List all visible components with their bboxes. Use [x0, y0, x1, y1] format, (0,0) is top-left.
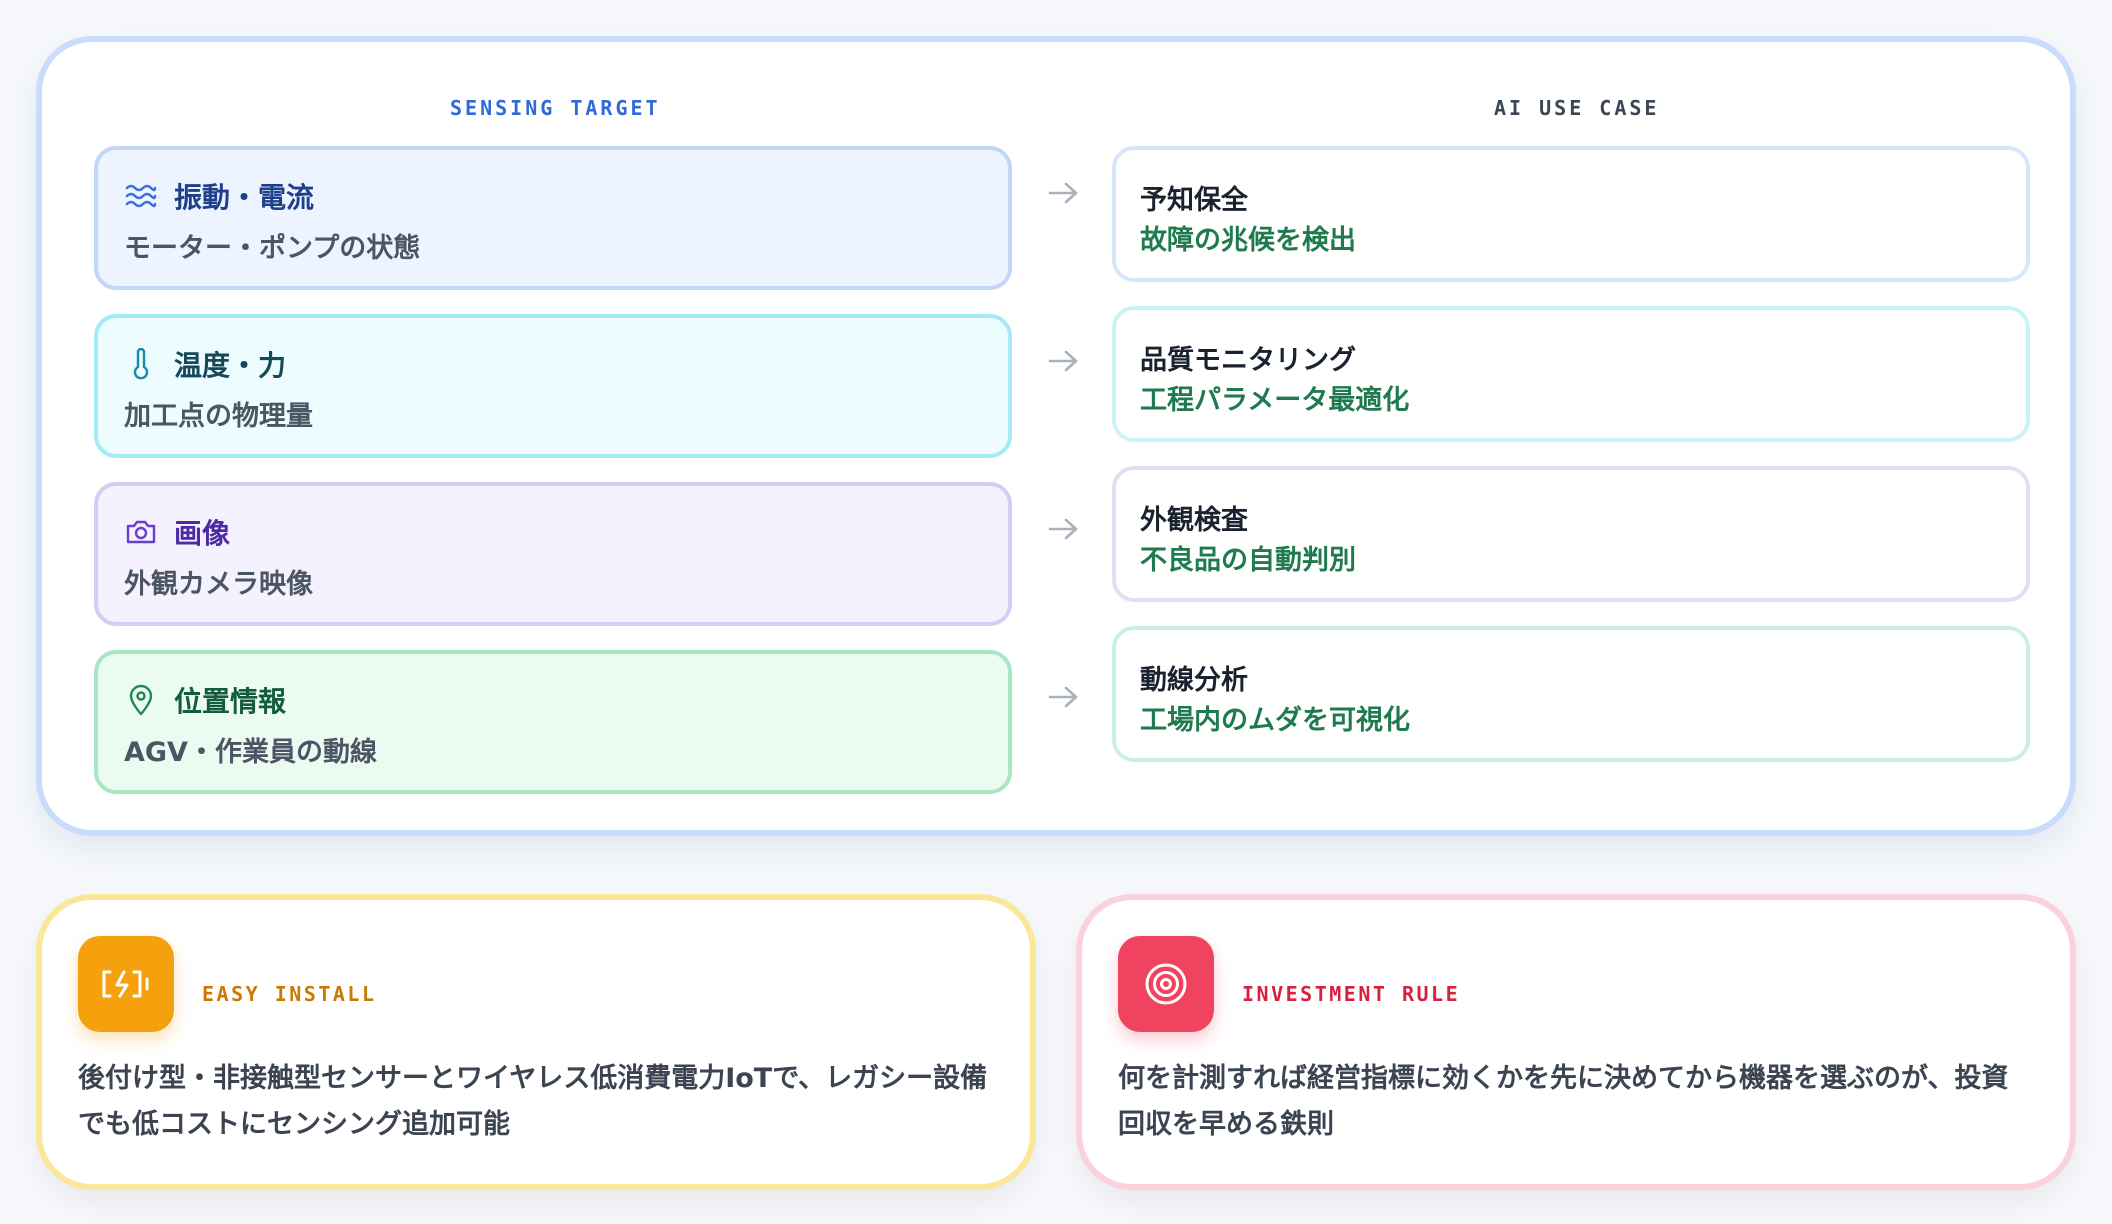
ai-title: 品質モニタリング	[1140, 345, 1356, 376]
sensing-desc: 加工点の物理量	[124, 401, 313, 432]
ai-sub: 不良品の自動判別	[1140, 545, 1356, 576]
sensing-target-heading: SENSING TARGET	[450, 96, 661, 120]
ai-sub: 工場内のムダを可視化	[1140, 705, 1410, 736]
sensing-desc: 外観カメラ映像	[124, 569, 313, 600]
sensing-ai-panel: SENSING TARGET AI USE CASE 振動・電流 モーター・ポン…	[36, 36, 2076, 836]
arrow-right-icon	[1048, 182, 1078, 204]
sensing-desc: AGV・作業員の動線	[124, 737, 377, 768]
ai-use-case-heading: AI USE CASE	[1494, 96, 1660, 120]
easy-install-panel: EASY INSTALL 後付け型・非接触型センサーとワイヤレス低消費電力IoT…	[36, 894, 1036, 1190]
ai-card-predictive-maintenance: 予知保全 故障の兆候を検出	[1112, 146, 2030, 282]
arrow-right-icon	[1048, 686, 1078, 708]
arrow-right-icon	[1048, 350, 1078, 372]
investment-rule-label: INVESTMENT RULE	[1242, 982, 1461, 1006]
ai-card-visual-inspection: 外観検査 不良品の自動判別	[1112, 466, 2030, 602]
sensing-card-temperature: 温度・力 加工点の物理量	[94, 314, 1012, 458]
ai-title: 動線分析	[1140, 665, 1248, 696]
sensing-card-vibration: 振動・電流 モーター・ポンプの状態	[94, 146, 1012, 290]
sensing-title: 温度・力	[174, 349, 287, 382]
ai-title: 外観検査	[1140, 505, 1248, 536]
easy-install-body: 後付け型・非接触型センサーとワイヤレス低消費電力IoTで、レガシー設備でも低コス…	[78, 1063, 988, 1140]
camera-icon	[124, 515, 158, 549]
target-icon	[1118, 936, 1214, 1032]
investment-rule-panel: INVESTMENT RULE 何を計測すれば経営指標に効くかを先に決めてから機…	[1076, 894, 2076, 1190]
sensing-title: 振動・電流	[174, 181, 315, 214]
ai-sub: 故障の兆候を検出	[1140, 225, 1356, 256]
battery-charging-icon	[78, 936, 174, 1032]
easy-install-label: EASY INSTALL	[202, 982, 377, 1006]
ai-sub: 工程パラメータ最適化	[1140, 385, 1410, 416]
sensing-card-location: 位置情報 AGV・作業員の動線	[94, 650, 1012, 794]
investment-rule-body: 何を計測すれば経営指標に効くかを先に決めてから機器を選ぶのが、投資回収を早める鉄…	[1118, 1063, 2009, 1140]
thermometer-icon	[124, 347, 158, 381]
sensing-desc: モーター・ポンプの状態	[124, 233, 421, 264]
sensing-title: 画像	[174, 517, 231, 550]
sensing-title: 位置情報	[174, 685, 287, 718]
map-pin-icon	[124, 683, 158, 717]
waves-icon	[124, 179, 158, 213]
ai-title: 予知保全	[1140, 185, 1248, 216]
arrow-right-icon	[1048, 518, 1078, 540]
ai-card-flow-analysis: 動線分析 工場内のムダを可視化	[1112, 626, 2030, 762]
ai-card-quality-monitoring: 品質モニタリング 工程パラメータ最適化	[1112, 306, 2030, 442]
sensing-card-image: 画像 外観カメラ映像	[94, 482, 1012, 626]
